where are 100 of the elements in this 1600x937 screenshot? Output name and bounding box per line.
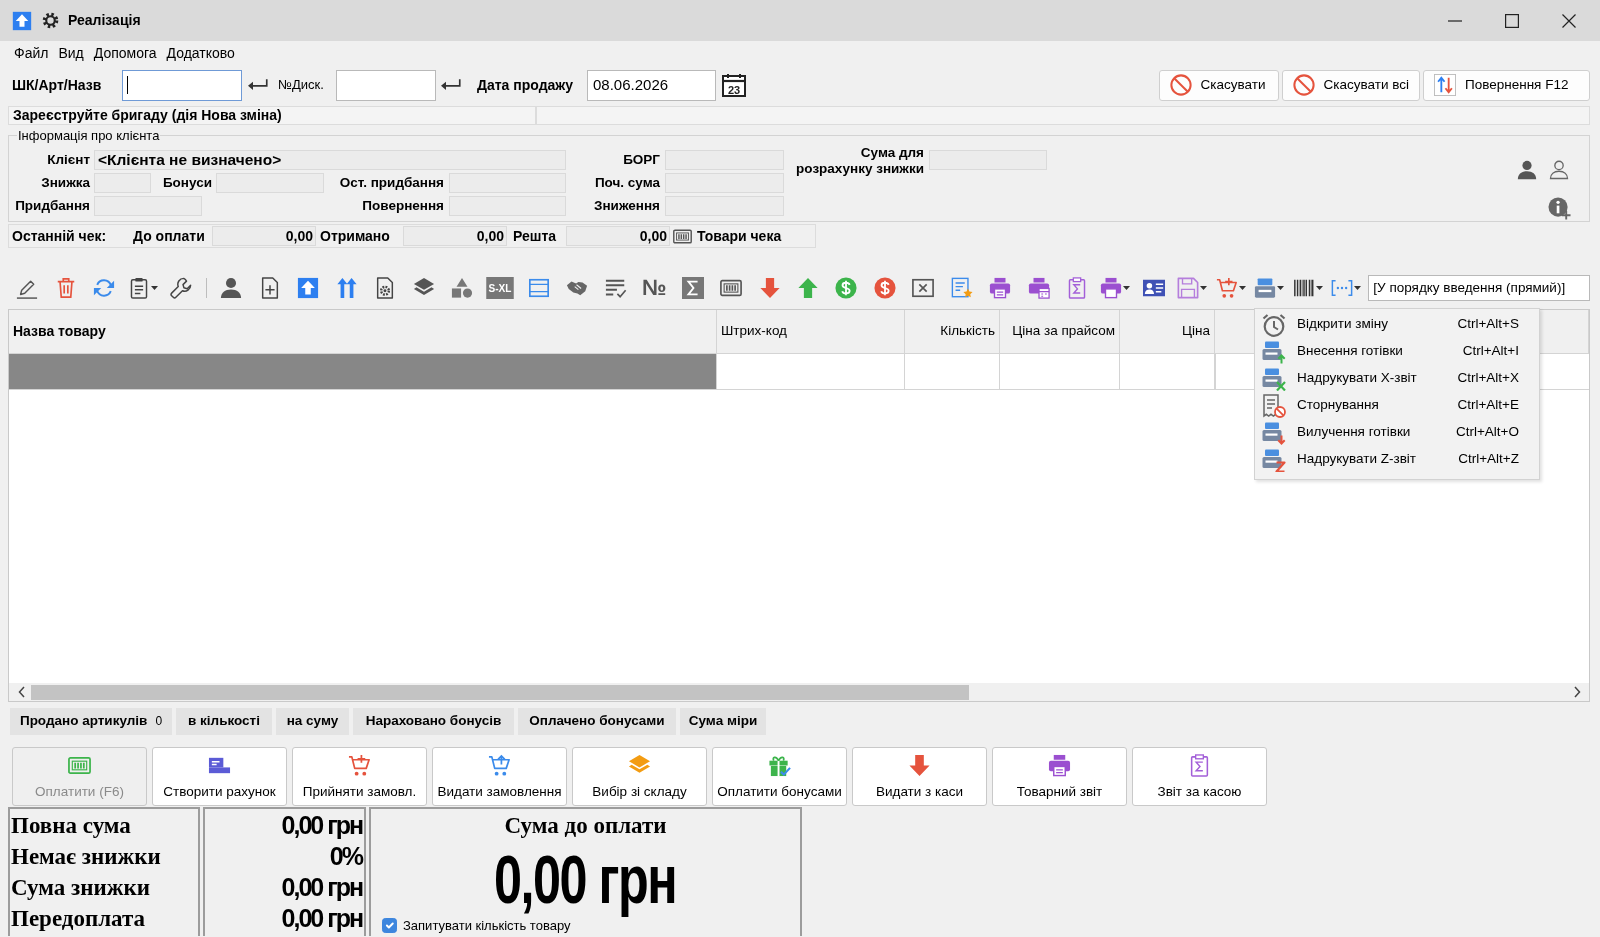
dollar-icon[interactable]	[873, 277, 896, 299]
field-label: ШК/Арт/Назв	[12, 76, 103, 94]
printer-icon[interactable]	[1100, 277, 1123, 299]
person-outline-icon[interactable]	[1549, 160, 1569, 180]
wrench-icon[interactable]	[169, 277, 192, 299]
chevron-left-icon[interactable]	[18, 686, 25, 698]
column-header[interactable]: Кількість	[905, 310, 1000, 353]
field-label: Ост. придбання	[338, 174, 445, 192]
amount-due-title: Сума до оплати	[504, 812, 667, 840]
dropdown-menu-item[interactable]: Надрукувати X-звіт Ctrl+Alt+X	[1255, 365, 1539, 392]
number-sign[interactable]: №	[641, 277, 667, 299]
field-label: Зниження	[593, 197, 661, 215]
dropdown-menu-item[interactable]: Сторнування Ctrl+Alt+E	[1255, 392, 1539, 419]
issue-order-button[interactable]: Видати замовлення	[432, 747, 567, 806]
caret-icon[interactable]	[1354, 286, 1362, 290]
caret-icon[interactable]	[1238, 286, 1246, 290]
receipt-items-button[interactable]: Товари чека	[673, 226, 782, 246]
info-plus-icon[interactable]	[1548, 197, 1571, 220]
window-icon[interactable]	[527, 277, 550, 299]
maximize-icon[interactable]	[1505, 13, 1519, 28]
dropdown-menu-item[interactable]: Відкрити зміну Ctrl+Alt+S	[1255, 311, 1539, 338]
card-number-field[interactable]	[336, 69, 436, 101]
stat-label: Нараховано бонусів	[353, 708, 514, 735]
person-icon[interactable]	[220, 277, 243, 299]
double-up-arrow-icon[interactable]	[335, 277, 358, 299]
caret-icon[interactable]	[1315, 286, 1323, 290]
column-header[interactable]: Ціна за прайсом	[1000, 310, 1120, 353]
return-button[interactable]: Повернення F12	[1423, 69, 1590, 101]
gear-icon[interactable]	[42, 12, 59, 29]
search-field[interactable]	[122, 69, 242, 101]
invoice-button[interactable]: Створити рахунок	[152, 747, 287, 806]
dropdown-menu-item[interactable]: Вилучення готівки Ctrl+Alt+O	[1255, 419, 1539, 446]
cart-arrow-icon	[488, 754, 511, 777]
dollar-icon[interactable]	[835, 277, 858, 299]
checklist-icon[interactable]	[604, 277, 627, 299]
field-label: Поч. сума	[593, 174, 661, 192]
barcode-icon[interactable]	[1292, 277, 1315, 299]
dropdown-menu-item[interactable]: Внесення готівки Ctrl+Alt+I	[1255, 338, 1539, 365]
shortcut-text: Ctrl+Alt+O	[1455, 424, 1520, 441]
close-icon[interactable]	[1562, 13, 1576, 28]
total-label: Немає знижки	[10, 843, 162, 871]
printer-icon[interactable]	[989, 277, 1012, 299]
receipt-prohibited-icon	[1262, 393, 1286, 418]
group-title: Інформація про клієнта	[17, 128, 161, 143]
checkbox-label: Запитувати кількість товару	[403, 918, 571, 934]
menu-bar-item[interactable]: Допомога	[88, 44, 162, 62]
down-arrow-icon[interactable]	[758, 277, 781, 299]
size-tag-icon[interactable]: S-XL	[486, 277, 515, 299]
x-box-icon[interactable]	[912, 277, 935, 299]
cash-report-button[interactable]: Звіт за касою	[1132, 747, 1267, 806]
bonus-pay-button[interactable]: Оплатити бонусами	[712, 747, 847, 806]
caret-icon[interactable]	[1277, 286, 1285, 290]
checkbox[interactable]	[382, 918, 397, 934]
window-title: Реалізація	[68, 12, 141, 29]
menu-bar-item[interactable]: Вид	[53, 44, 89, 62]
date-field[interactable]: 08.06.2026	[587, 69, 716, 101]
scrollbar-thumb[interactable]	[31, 684, 969, 700]
shapes-icon[interactable]	[451, 277, 474, 299]
column-header[interactable]: Штрих-код	[717, 310, 905, 353]
cancel-button[interactable]: Скасувати	[1158, 69, 1279, 101]
enter-icon[interactable]	[441, 79, 461, 91]
shortcut-text: Ctrl+Alt+S	[1457, 316, 1520, 333]
menu-bar-item[interactable]: Додатково	[161, 44, 240, 62]
warehouse-button[interactable]: Вибір зі складу	[572, 747, 707, 806]
cancel-all-button[interactable]: Скасувати всі	[1281, 69, 1420, 101]
menu-bar-item[interactable]: Файл	[9, 44, 54, 62]
cash-register-arrow-icon	[1262, 339, 1286, 364]
caret-icon[interactable]	[150, 286, 158, 290]
cash-out-button[interactable]: Видати з каси	[852, 747, 987, 806]
printer-calendar-icon[interactable]	[1027, 277, 1050, 299]
dropdown-menu-item[interactable]: Надрукувати Z-звіт Ctrl+Alt+Z	[1255, 446, 1539, 473]
column-header[interactable]: Ціна	[1120, 310, 1215, 353]
sort-order-field[interactable]: [У порядку введення (прямий)]	[1368, 275, 1591, 301]
cash-register-icon[interactable]	[1254, 277, 1277, 299]
id-card-icon[interactable]	[1142, 277, 1165, 299]
calendar-icon[interactable]: 23	[722, 73, 746, 97]
field-label: Клієнт	[46, 151, 91, 169]
chevron-right-icon[interactable]	[1574, 686, 1581, 698]
accept-order-button[interactable]: Прийняти замовл.	[292, 747, 427, 806]
goods-report-button[interactable]: Товарний звіт	[992, 747, 1127, 806]
stat-label: Продано артикулів	[19, 713, 148, 730]
caret-icon[interactable]	[1200, 286, 1208, 290]
shortcut-text: Ctrl+Alt+E	[1457, 397, 1520, 414]
total-value: 0%	[328, 841, 364, 872]
clock-icon	[1262, 312, 1286, 337]
field-label: Повернення	[361, 197, 445, 215]
card-icon	[673, 226, 692, 246]
minimize-icon[interactable]	[1448, 19, 1462, 22]
cash-register-arrow-icon	[1262, 420, 1286, 445]
person-icon[interactable]	[1517, 160, 1537, 180]
field-label: БОРГ	[622, 151, 661, 169]
column-header[interactable]: Назва товару	[9, 310, 717, 353]
sigma-icon[interactable]	[681, 277, 704, 299]
enter-icon[interactable]	[248, 79, 268, 91]
caret-icon[interactable]	[1123, 286, 1131, 290]
readonly-field: 0,00	[566, 226, 670, 246]
shortcut-text: Ctrl+Alt+X	[1457, 370, 1520, 387]
card-icon[interactable]	[720, 277, 743, 299]
document-star-icon[interactable]	[950, 277, 973, 299]
refresh-icon[interactable]	[93, 277, 116, 299]
